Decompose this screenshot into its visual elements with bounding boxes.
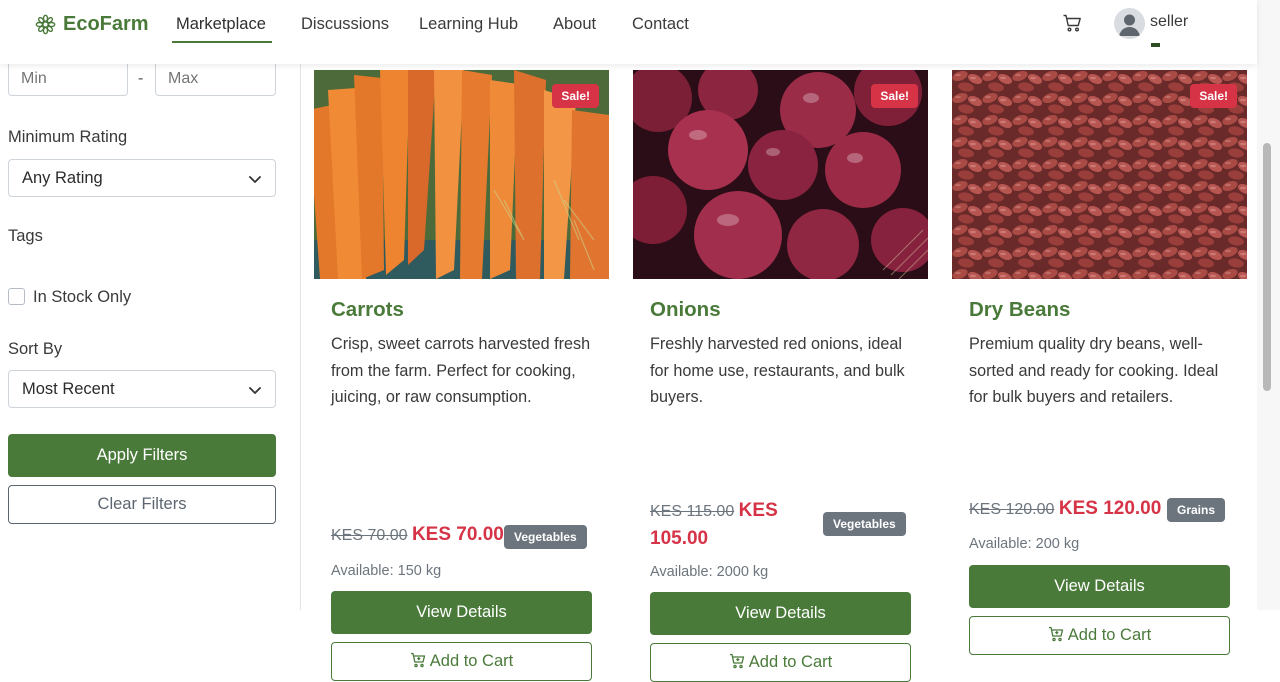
in-stock-label[interactable]: In Stock Only bbox=[33, 288, 131, 307]
nav-link-about[interactable]: About bbox=[553, 15, 596, 34]
add-to-cart-label: Add to Cart bbox=[429, 652, 514, 670]
brand-logo-link[interactable]: EcoFarm bbox=[35, 13, 149, 36]
product-title[interactable]: Onions bbox=[650, 298, 721, 322]
product-price: KES 115.00 KES 105.00 bbox=[650, 497, 815, 553]
min-rating-label: Minimum Rating bbox=[8, 128, 128, 146]
nav-link-contact[interactable]: Contact bbox=[632, 15, 689, 34]
add-to-cart-button[interactable]: Add to Cart bbox=[969, 616, 1230, 655]
tags-label: Tags bbox=[8, 227, 43, 245]
user-avatar-icon[interactable] bbox=[1114, 8, 1145, 39]
original-price: KES 115.00 bbox=[650, 503, 735, 520]
product-card-onions: Sale! Onions Freshly harvested red onion… bbox=[633, 70, 928, 682]
cart-icon[interactable] bbox=[1062, 13, 1082, 33]
product-description: Premium quality dry beans, well-sorted a… bbox=[969, 335, 1219, 407]
product-title[interactable]: Carrots bbox=[331, 298, 404, 322]
active-nav-indicator bbox=[172, 41, 272, 43]
nav-link-learning-hub[interactable]: Learning Hub bbox=[419, 15, 518, 34]
cart-plus-icon bbox=[1048, 626, 1063, 642]
dry-beans-product-image[interactable]: Sale! bbox=[952, 70, 1247, 279]
add-to-cart-button[interactable]: Add to Cart bbox=[650, 643, 911, 682]
price-range-separator: - bbox=[138, 70, 144, 87]
sort-by-select[interactable]: Most Recent bbox=[8, 370, 276, 408]
sale-price: KES 70.00 bbox=[411, 524, 504, 545]
availability-text: Available: 200 kg bbox=[969, 536, 1080, 552]
add-to-cart-button[interactable]: Add to Cart bbox=[331, 642, 592, 681]
page-scrollbar[interactable] bbox=[1257, 0, 1280, 610]
product-card-dry-beans: Sale! Dry Beans Premium quality dry bean… bbox=[952, 70, 1247, 655]
nav-link-marketplace[interactable]: Marketplace bbox=[176, 15, 266, 34]
product-card-carrots: Sale! Carrots Crisp, sweet carrots harve… bbox=[314, 70, 609, 681]
apply-filters-button[interactable]: Apply Filters bbox=[8, 434, 276, 477]
min-rating-value: Any Rating bbox=[22, 169, 103, 187]
add-to-cart-label: Add to Cart bbox=[748, 653, 833, 671]
add-to-cart-label: Add to Cart bbox=[1067, 626, 1152, 644]
category-badge: Grains bbox=[1167, 498, 1226, 522]
category-badge: Vegetables bbox=[504, 525, 587, 549]
product-description: Freshly harvested red onions, ideal for … bbox=[650, 335, 905, 407]
filter-sidebar: - Minimum Rating Any Rating Tags In Stoc… bbox=[0, 61, 301, 610]
view-details-button[interactable]: View Details bbox=[331, 591, 592, 634]
chevron-down-icon bbox=[249, 176, 261, 183]
user-status-indicator bbox=[1151, 43, 1160, 47]
category-badge: Vegetables bbox=[823, 512, 906, 536]
carrots-product-image[interactable]: Sale! bbox=[314, 70, 609, 279]
top-navbar: EcoFarm Marketplace Discussions Learning… bbox=[0, 0, 1257, 64]
sale-badge: Sale! bbox=[871, 84, 918, 108]
view-details-button[interactable]: View Details bbox=[969, 565, 1230, 608]
sale-price: KES 120.00 bbox=[1058, 498, 1162, 519]
clear-filters-button[interactable]: Clear Filters bbox=[8, 485, 276, 524]
scrollbar-thumb[interactable] bbox=[1263, 143, 1271, 391]
availability-text: Available: 150 kg bbox=[331, 563, 442, 579]
sort-by-label: Sort By bbox=[8, 340, 63, 358]
product-title[interactable]: Dry Beans bbox=[969, 298, 1070, 322]
leaf-logo-icon bbox=[35, 14, 56, 35]
chevron-down-icon bbox=[249, 387, 261, 394]
user-menu-name[interactable]: seller bbox=[1150, 13, 1188, 31]
original-price: KES 120.00 bbox=[969, 501, 1055, 518]
min-rating-select[interactable]: Any Rating bbox=[8, 159, 276, 197]
in-stock-checkbox[interactable] bbox=[8, 288, 25, 305]
product-description: Crisp, sweet carrots harvested fresh fro… bbox=[331, 335, 591, 407]
sale-badge: Sale! bbox=[1190, 84, 1237, 108]
price-max-input[interactable] bbox=[155, 61, 276, 96]
nav-link-discussions[interactable]: Discussions bbox=[301, 15, 389, 34]
brand-name: EcoFarm bbox=[63, 13, 149, 35]
cart-plus-icon bbox=[410, 652, 425, 668]
original-price: KES 70.00 bbox=[331, 527, 408, 544]
price-min-input[interactable] bbox=[8, 61, 128, 96]
onions-product-image[interactable]: Sale! bbox=[633, 70, 928, 279]
view-details-button[interactable]: View Details bbox=[650, 592, 911, 635]
sale-badge: Sale! bbox=[552, 84, 599, 108]
cart-plus-icon bbox=[729, 653, 744, 669]
sort-by-value: Most Recent bbox=[22, 380, 115, 398]
availability-text: Available: 2000 kg bbox=[650, 564, 769, 580]
